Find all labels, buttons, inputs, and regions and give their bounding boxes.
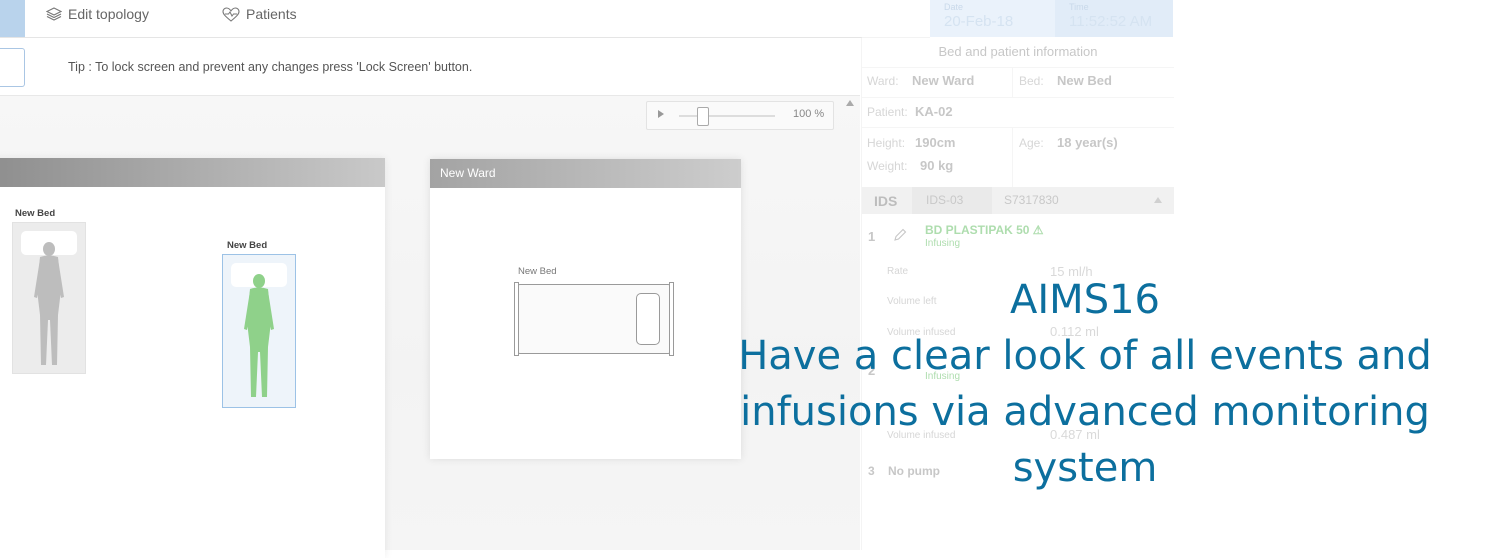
panel-title: Bed and patient information [938, 44, 1098, 59]
time-label: Time [1069, 2, 1089, 12]
bed-label: New Bed [227, 240, 268, 251]
zoom-slider-track[interactable] [679, 115, 775, 117]
ids-device-cell: IDS-03 [912, 187, 992, 214]
collapse-icon[interactable] [1154, 197, 1162, 203]
time-cell: Time 11:52:52 AM [1055, 0, 1173, 37]
caption-title: AIMS16 [1010, 277, 1160, 323]
ward-header [0, 158, 385, 187]
weight-label: Weight: [867, 159, 908, 173]
lock-screen-button[interactable] [0, 48, 25, 87]
pump-drug: BD PLASTIPAK 50 ⚠ [925, 223, 1044, 237]
pump-index: 1 [868, 229, 876, 244]
bed-label: New Bed [518, 266, 557, 277]
tip-text: Tip : To lock screen and prevent any cha… [68, 60, 473, 74]
date-cell: Date 20-Feb-18 [930, 0, 1055, 37]
height-value: 190cm [915, 135, 956, 150]
zoom-percent: 100 % [793, 108, 825, 120]
patients-tab[interactable]: Patients [222, 0, 297, 28]
patient-value: KA-02 [915, 104, 953, 119]
patient-label: Patient: [867, 105, 908, 119]
edit-topology-label: Edit topology [68, 6, 149, 22]
ward-card[interactable]: New Bed New Bed [0, 158, 385, 558]
ids-serial: S7317830 [1004, 193, 1059, 207]
bed-field-label: Bed: [1019, 74, 1044, 88]
pump-status: Infusing [925, 238, 961, 249]
divider [1012, 67, 1013, 97]
divider [1012, 127, 1013, 187]
ids-title: IDS [874, 193, 898, 209]
ids-header[interactable]: IDS IDS-03 S7317830 [862, 187, 1174, 214]
nav-accent-tab[interactable] [0, 0, 25, 37]
bed-empty[interactable] [12, 222, 86, 374]
patients-label: Patients [246, 6, 297, 22]
caption-line: system [1012, 445, 1158, 491]
play-icon[interactable] [658, 110, 664, 118]
heart-pulse-icon [222, 6, 240, 22]
divider [862, 67, 1174, 68]
weight-value: 90 kg [920, 158, 954, 173]
date-label: Date [944, 2, 964, 12]
marketing-caption: AIMS16 Have a clear look of all events a… [700, 272, 1470, 496]
patient-silhouette-icon [244, 274, 274, 397]
bed-horizontal[interactable] [514, 282, 674, 356]
caption-line: infusions via advanced monitoring [740, 389, 1430, 435]
bed-rail [514, 282, 519, 356]
top-navigation-bar: Edit topology Patients [0, 0, 930, 38]
bed-rail [669, 282, 674, 356]
age-label: Age: [1019, 136, 1044, 150]
date-time-display: Date 20-Feb-18 Time 11:52:52 AM [930, 0, 1173, 37]
divider [862, 97, 1174, 98]
layers-icon [46, 7, 62, 21]
date-value: 20-Feb-18 [944, 13, 1014, 30]
pillow [636, 293, 660, 345]
zoom-slider-thumb[interactable] [697, 107, 709, 126]
ward-label: Ward: [867, 74, 899, 88]
zoom-control[interactable]: 100 % [646, 101, 834, 130]
time-value: 11:52:52 AM [1069, 13, 1153, 30]
bed-label: New Bed [15, 208, 56, 219]
divider [862, 127, 1174, 128]
edit-topology-tab[interactable]: Edit topology [46, 0, 149, 28]
age-value: 18 year(s) [1057, 135, 1118, 150]
ward-card-new-ward[interactable]: New Ward New Bed [430, 159, 741, 459]
height-label: Height: [867, 136, 906, 150]
ids-device: IDS-03 [926, 193, 964, 207]
ward-header: New Ward [430, 159, 741, 188]
tip-bar: Tip : To lock screen and prevent any cha… [0, 38, 860, 96]
edit-pencil-icon[interactable] [892, 227, 908, 248]
scroll-up-icon[interactable] [846, 100, 854, 106]
caption-line: Have a clear look of all events and [738, 333, 1432, 379]
bed-value: New Bed [1057, 73, 1112, 88]
bed-selected[interactable] [222, 254, 296, 408]
ward-value: New Ward [912, 73, 975, 88]
patient-silhouette-icon [34, 242, 64, 365]
